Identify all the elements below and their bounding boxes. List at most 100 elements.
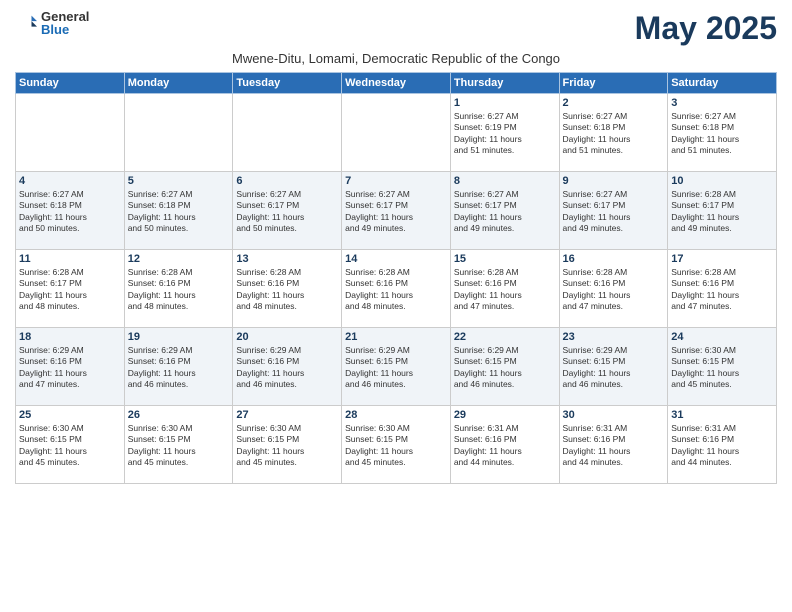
day-number: 9 bbox=[563, 175, 665, 187]
table-cell bbox=[233, 94, 342, 172]
table-cell: 20Sunrise: 6:29 AM Sunset: 6:16 PM Dayli… bbox=[233, 328, 342, 406]
day-info: Sunrise: 6:29 AM Sunset: 6:15 PM Dayligh… bbox=[454, 345, 556, 391]
day-info: Sunrise: 6:27 AM Sunset: 6:18 PM Dayligh… bbox=[671, 111, 773, 157]
day-number: 22 bbox=[454, 331, 556, 343]
day-info: Sunrise: 6:27 AM Sunset: 6:17 PM Dayligh… bbox=[345, 189, 447, 235]
table-cell bbox=[16, 94, 125, 172]
day-info: Sunrise: 6:27 AM Sunset: 6:17 PM Dayligh… bbox=[236, 189, 338, 235]
day-number: 11 bbox=[19, 253, 121, 265]
day-info: Sunrise: 6:27 AM Sunset: 6:18 PM Dayligh… bbox=[19, 189, 121, 235]
day-info: Sunrise: 6:29 AM Sunset: 6:16 PM Dayligh… bbox=[128, 345, 230, 391]
table-cell: 17 Sunrise: 6:28 AM Sunset: 6:16 PM Dayli… bbox=[668, 250, 777, 328]
day-number: 2 bbox=[563, 97, 665, 109]
col-sunday: Sunday bbox=[16, 73, 125, 94]
col-monday: Monday bbox=[124, 73, 233, 94]
day-info: Sunrise: 6:28 AM Sunset: 6:16 PM Dayligh… bbox=[563, 267, 665, 313]
table-cell bbox=[342, 94, 451, 172]
day-number: 27 bbox=[236, 409, 338, 421]
day-info: Sunrise: 6:30 AM Sunset: 6:15 PM Dayligh… bbox=[19, 423, 121, 469]
day-info: Sunrise: 6:30 AM Sunset: 6:15 PM Dayligh… bbox=[128, 423, 230, 469]
day-number: 26 bbox=[128, 409, 230, 421]
day-number: 12 bbox=[128, 253, 230, 265]
table-cell: 7 Sunrise: 6:27 AM Sunset: 6:17 PM Daylig… bbox=[342, 172, 451, 250]
day-number: 3 bbox=[671, 97, 773, 109]
calendar-week-5: 25 Sunrise: 6:30 AM Sunset: 6:15 PM Dayli… bbox=[16, 406, 777, 484]
calendar-week-2: 4Sunrise: 6:27 AM Sunset: 6:18 PM Daylig… bbox=[16, 172, 777, 250]
day-number: 25 bbox=[19, 409, 121, 421]
day-info: Sunrise: 6:28 AM Sunset: 6:16 PM Dayligh… bbox=[454, 267, 556, 313]
table-cell: 3 Sunrise: 6:27 AM Sunset: 6:18 PM Daylig… bbox=[668, 94, 777, 172]
table-cell: 4Sunrise: 6:27 AM Sunset: 6:18 PM Daylig… bbox=[16, 172, 125, 250]
calendar-week-3: 11 Sunrise: 6:28 AM Sunset: 6:17 PM Dayli… bbox=[16, 250, 777, 328]
table-cell: 21 Sunrise: 6:29 AM Sunset: 6:15 PM Dayli… bbox=[342, 328, 451, 406]
day-number: 29 bbox=[454, 409, 556, 421]
table-cell: 10 Sunrise: 6:28 AM Sunset: 6:17 PM Dayli… bbox=[668, 172, 777, 250]
day-number: 15 bbox=[454, 253, 556, 265]
day-number: 17 bbox=[671, 253, 773, 265]
table-cell: 15 Sunrise: 6:28 AM Sunset: 6:16 PM Dayli… bbox=[450, 250, 559, 328]
logo-text: General Blue bbox=[41, 10, 89, 36]
day-number: 8 bbox=[454, 175, 556, 187]
logo-icon bbox=[15, 12, 37, 34]
day-info: Sunrise: 6:27 AM Sunset: 6:17 PM Dayligh… bbox=[563, 189, 665, 235]
table-cell: 19 Sunrise: 6:29 AM Sunset: 6:16 PM Dayli… bbox=[124, 328, 233, 406]
table-cell: 12Sunrise: 6:28 AM Sunset: 6:16 PM Dayli… bbox=[124, 250, 233, 328]
page: General Blue May 2025 Mwene-Ditu, Lomami… bbox=[0, 0, 792, 612]
col-wednesday: Wednesday bbox=[342, 73, 451, 94]
table-cell: 30 Sunrise: 6:31 AM Sunset: 6:16 PM Dayli… bbox=[559, 406, 668, 484]
day-number: 10 bbox=[671, 175, 773, 187]
day-info: Sunrise: 6:31 AM Sunset: 6:16 PM Dayligh… bbox=[671, 423, 773, 469]
day-number: 30 bbox=[563, 409, 665, 421]
day-number: 28 bbox=[345, 409, 447, 421]
day-info: Sunrise: 6:27 AM Sunset: 6:18 PM Dayligh… bbox=[563, 111, 665, 157]
table-cell: 28Sunrise: 6:30 AM Sunset: 6:15 PM Dayli… bbox=[342, 406, 451, 484]
day-info: Sunrise: 6:31 AM Sunset: 6:16 PM Dayligh… bbox=[563, 423, 665, 469]
day-info: Sunrise: 6:29 AM Sunset: 6:15 PM Dayligh… bbox=[345, 345, 447, 391]
calendar: Sunday Monday Tuesday Wednesday Thursday… bbox=[15, 72, 777, 484]
day-info: Sunrise: 6:27 AM Sunset: 6:18 PM Dayligh… bbox=[128, 189, 230, 235]
table-cell: 1Sunrise: 6:27 AM Sunset: 6:19 PM Daylig… bbox=[450, 94, 559, 172]
day-info: Sunrise: 6:31 AM Sunset: 6:16 PM Dayligh… bbox=[454, 423, 556, 469]
day-info: Sunrise: 6:28 AM Sunset: 6:16 PM Dayligh… bbox=[236, 267, 338, 313]
table-cell: 25 Sunrise: 6:30 AM Sunset: 6:15 PM Dayli… bbox=[16, 406, 125, 484]
col-saturday: Saturday bbox=[668, 73, 777, 94]
table-cell: 6Sunrise: 6:27 AM Sunset: 6:17 PM Daylig… bbox=[233, 172, 342, 250]
calendar-week-1: 1Sunrise: 6:27 AM Sunset: 6:19 PM Daylig… bbox=[16, 94, 777, 172]
table-cell: 31 Sunrise: 6:31 AM Sunset: 6:16 PM Dayli… bbox=[668, 406, 777, 484]
day-info: Sunrise: 6:30 AM Sunset: 6:15 PM Dayligh… bbox=[671, 345, 773, 391]
table-cell: 29 Sunrise: 6:31 AM Sunset: 6:16 PM Dayli… bbox=[450, 406, 559, 484]
day-number: 14 bbox=[345, 253, 447, 265]
table-cell: 9 Sunrise: 6:27 AM Sunset: 6:17 PM Daylig… bbox=[559, 172, 668, 250]
table-cell: 2 Sunrise: 6:27 AM Sunset: 6:18 PM Daylig… bbox=[559, 94, 668, 172]
day-info: Sunrise: 6:27 AM Sunset: 6:17 PM Dayligh… bbox=[454, 189, 556, 235]
table-cell bbox=[124, 94, 233, 172]
day-info: Sunrise: 6:29 AM Sunset: 6:16 PM Dayligh… bbox=[236, 345, 338, 391]
day-number: 13 bbox=[236, 253, 338, 265]
table-cell: 8 Sunrise: 6:27 AM Sunset: 6:17 PM Daylig… bbox=[450, 172, 559, 250]
day-number: 21 bbox=[345, 331, 447, 343]
day-info: Sunrise: 6:29 AM Sunset: 6:15 PM Dayligh… bbox=[563, 345, 665, 391]
table-cell: 14 Sunrise: 6:28 AM Sunset: 6:16 PM Dayli… bbox=[342, 250, 451, 328]
day-number: 5 bbox=[128, 175, 230, 187]
calendar-header-row: Sunday Monday Tuesday Wednesday Thursday… bbox=[16, 73, 777, 94]
subtitle: Mwene-Ditu, Lomami, Democratic Republic … bbox=[15, 51, 777, 66]
month-title: May 2025 bbox=[635, 10, 777, 47]
day-number: 31 bbox=[671, 409, 773, 421]
header: General Blue May 2025 bbox=[15, 10, 777, 47]
day-number: 19 bbox=[128, 331, 230, 343]
table-cell: 18Sunrise: 6:29 AM Sunset: 6:16 PM Dayli… bbox=[16, 328, 125, 406]
day-number: 18 bbox=[19, 331, 121, 343]
table-cell: 26 Sunrise: 6:30 AM Sunset: 6:15 PM Dayli… bbox=[124, 406, 233, 484]
day-info: Sunrise: 6:28 AM Sunset: 6:16 PM Dayligh… bbox=[345, 267, 447, 313]
day-info: Sunrise: 6:28 AM Sunset: 6:17 PM Dayligh… bbox=[671, 189, 773, 235]
table-cell: 13 Sunrise: 6:28 AM Sunset: 6:16 PM Dayli… bbox=[233, 250, 342, 328]
table-cell: 5 Sunrise: 6:27 AM Sunset: 6:18 PM Daylig… bbox=[124, 172, 233, 250]
day-number: 16 bbox=[563, 253, 665, 265]
day-number: 24 bbox=[671, 331, 773, 343]
day-info: Sunrise: 6:28 AM Sunset: 6:16 PM Dayligh… bbox=[671, 267, 773, 313]
day-number: 7 bbox=[345, 175, 447, 187]
col-thursday: Thursday bbox=[450, 73, 559, 94]
day-info: Sunrise: 6:28 AM Sunset: 6:17 PM Dayligh… bbox=[19, 267, 121, 313]
logo-blue: Blue bbox=[41, 23, 89, 36]
table-cell: 11 Sunrise: 6:28 AM Sunset: 6:17 PM Dayli… bbox=[16, 250, 125, 328]
